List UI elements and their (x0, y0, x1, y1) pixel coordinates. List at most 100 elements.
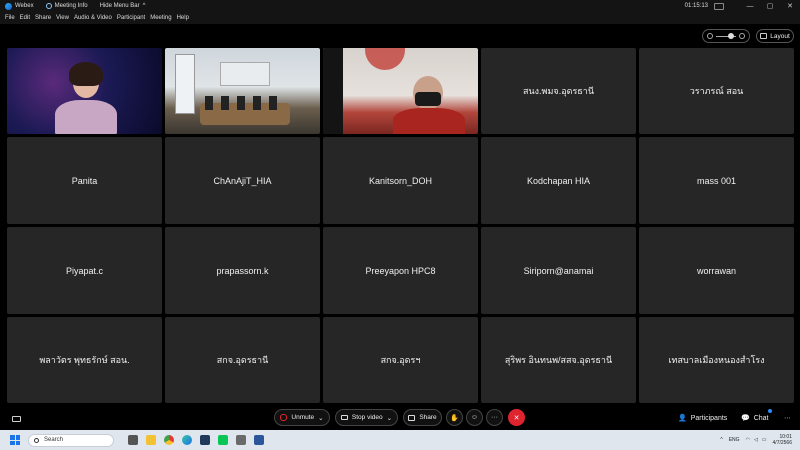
video-zoom-slider[interactable] (702, 29, 750, 43)
participant-name: สุริพร อินทนพ/สสจ.อุดรธานี (504, 355, 613, 365)
participant-tile[interactable]: เทสบาลเมืองหนองสำโรง (639, 317, 794, 403)
chat-label: Chat (753, 414, 769, 422)
participant-video-tile[interactable] (323, 48, 478, 134)
room-window (175, 54, 195, 114)
unmute-button[interactable]: Unmute ⌄ (274, 409, 330, 426)
participant-tile[interactable]: worrawan (639, 227, 794, 314)
info-icon (45, 3, 52, 9)
taskbar: Search ^ ENG ◠ ◁ ▭ 10:01 4/7/2566 (0, 430, 800, 450)
layout-button[interactable]: Layout (756, 29, 794, 43)
more-options-label: ··· (491, 414, 498, 421)
zoom-in-icon (739, 33, 745, 39)
menu-share[interactable]: Share (35, 15, 51, 21)
menu-audio-video[interactable]: Audio & Video (74, 15, 112, 21)
share-label: Share (419, 414, 437, 421)
participant-tile[interactable]: Panita (7, 137, 162, 224)
menu-participant[interactable]: Participant (117, 15, 145, 21)
webex-taskbar-icon[interactable] (200, 435, 210, 445)
word-icon[interactable] (254, 435, 264, 445)
participant-name: พลาวัตร พุทธรักษ์ สอน. (39, 355, 130, 365)
captions-icon[interactable] (12, 416, 21, 422)
task-view-icon[interactable] (128, 435, 138, 445)
close-button[interactable]: ✕ (780, 2, 800, 10)
participants-button[interactable]: 👤 Participants (678, 414, 727, 423)
title-bar: Webex Meeting Info Hide Menu Bar ^ 01:15… (0, 0, 800, 12)
file-explorer-icon[interactable] (146, 435, 156, 445)
menu-file[interactable]: File (5, 15, 15, 21)
participant-tile[interactable]: วราภรณ์ สอน (639, 48, 794, 134)
line-icon[interactable] (218, 435, 228, 445)
participant-tile[interactable]: Piyapat.c (7, 227, 162, 314)
participant-name: Preeyapon HPC8 (365, 265, 436, 276)
participant-tile[interactable]: Kanitsorn_DOH (323, 137, 478, 224)
meeting-timer: 01:15:13 (684, 3, 708, 9)
system-tray: ^ ENG ◠ ◁ ▭ 10:01 4/7/2566 (720, 430, 792, 450)
windows-start-icon[interactable] (10, 435, 20, 445)
participant-tile[interactable]: Siriporn@anamai (481, 227, 636, 314)
leave-meeting-button[interactable]: ✕ (508, 409, 525, 426)
hide-menu-bar-button[interactable]: Hide Menu Bar ^ (100, 3, 146, 9)
meeting-info-button[interactable]: Meeting Info (45, 3, 88, 9)
participant-name: ChAnAjiT_HIA (213, 175, 272, 186)
edge-icon[interactable] (182, 435, 192, 445)
battery-icon[interactable]: ▭ (762, 437, 767, 443)
mic-muted-icon (280, 414, 288, 421)
menu-help[interactable]: Help (177, 15, 189, 21)
person-icon: 👤 (678, 415, 687, 422)
screen-share-icon[interactable] (714, 2, 724, 10)
participant-video-tile[interactable] (165, 48, 320, 134)
participant-name: worrawan (696, 265, 736, 276)
dark-panel (323, 48, 343, 134)
menu-view[interactable]: View (56, 15, 69, 21)
participant-tile[interactable]: สกจ.อุดรธานี (165, 317, 320, 403)
unmute-label: Unmute (291, 414, 315, 421)
participant-tile[interactable]: พลาวัตร พุทธรักษ์ สอน. (7, 317, 162, 403)
speaker-icon[interactable]: ◁ (754, 437, 758, 443)
zoom-knob[interactable] (728, 32, 734, 39)
chat-bubble-icon: 💬 (741, 415, 750, 422)
participant-tile[interactable]: Kodchapan HIA (481, 137, 636, 224)
participant-tile[interactable]: สุริพร อินทนพ/สสจ.อุดรธานี (481, 317, 636, 403)
chevron-up-icon[interactable]: ^ (720, 437, 722, 443)
chat-button[interactable]: 💬 Chat (741, 414, 769, 423)
menu-bar: File Edit Share View Audio & Video Parti… (0, 12, 800, 24)
wifi-icon[interactable]: ◠ (746, 437, 750, 443)
minimize-button[interactable]: — (740, 3, 760, 10)
participant-name: Siriporn@anamai (523, 265, 594, 276)
more-menu-icon[interactable]: ⋯ (784, 414, 791, 422)
participant-name: Kanitsorn_DOH (368, 175, 433, 186)
participant-name: Piyapat.c (65, 265, 104, 276)
taskbar-search[interactable]: Search (28, 433, 114, 447)
participant-name: เทสบาลเมืองหนองสำโรง (668, 355, 765, 365)
raise-hand-button[interactable]: ✋ (446, 409, 463, 426)
share-button[interactable]: Share (403, 409, 442, 426)
hide-menu-bar-label: Hide Menu Bar (99, 3, 140, 9)
chrome-icon[interactable] (164, 435, 174, 445)
share-screen-icon (408, 414, 416, 421)
stop-video-button[interactable]: Stop video ⌄ (335, 409, 398, 426)
participant-tile[interactable]: prapassorn.k (165, 227, 320, 314)
language-indicator[interactable]: ENG (729, 437, 740, 443)
participant-name: สนง.พมจ.อุดรธานี (523, 86, 594, 96)
layout-label: Layout (770, 32, 790, 40)
settings-app-icon[interactable] (236, 435, 246, 445)
maximize-button[interactable]: ▢ (760, 2, 780, 10)
participant-video-tile[interactable] (7, 48, 162, 134)
participant-tile[interactable]: สนง.พมจ.อุดรธานี (481, 48, 636, 134)
reactions-button[interactable]: ☺ (466, 409, 483, 426)
participant-shoulders (55, 100, 117, 134)
participant-tile[interactable]: Preeyapon HPC8 (323, 227, 478, 314)
participant-name: Kodchapan HIA (526, 175, 591, 186)
menu-edit[interactable]: Edit (20, 15, 30, 21)
zoom-track[interactable] (716, 32, 736, 39)
menu-meeting[interactable]: Meeting (150, 15, 171, 21)
search-icon (34, 437, 39, 443)
chat-notification-dot (768, 409, 772, 413)
wall-emblem (365, 48, 405, 70)
participant-tile[interactable]: ChAnAjiT_HIA (165, 137, 320, 224)
taskbar-clock[interactable]: 10:01 4/7/2566 (773, 434, 792, 446)
search-placeholder: Search (44, 437, 64, 443)
participant-tile[interactable]: mass 001 (639, 137, 794, 224)
participant-tile[interactable]: สกจ.อุดรฯ (323, 317, 478, 403)
more-options-button[interactable]: ··· (486, 409, 503, 426)
